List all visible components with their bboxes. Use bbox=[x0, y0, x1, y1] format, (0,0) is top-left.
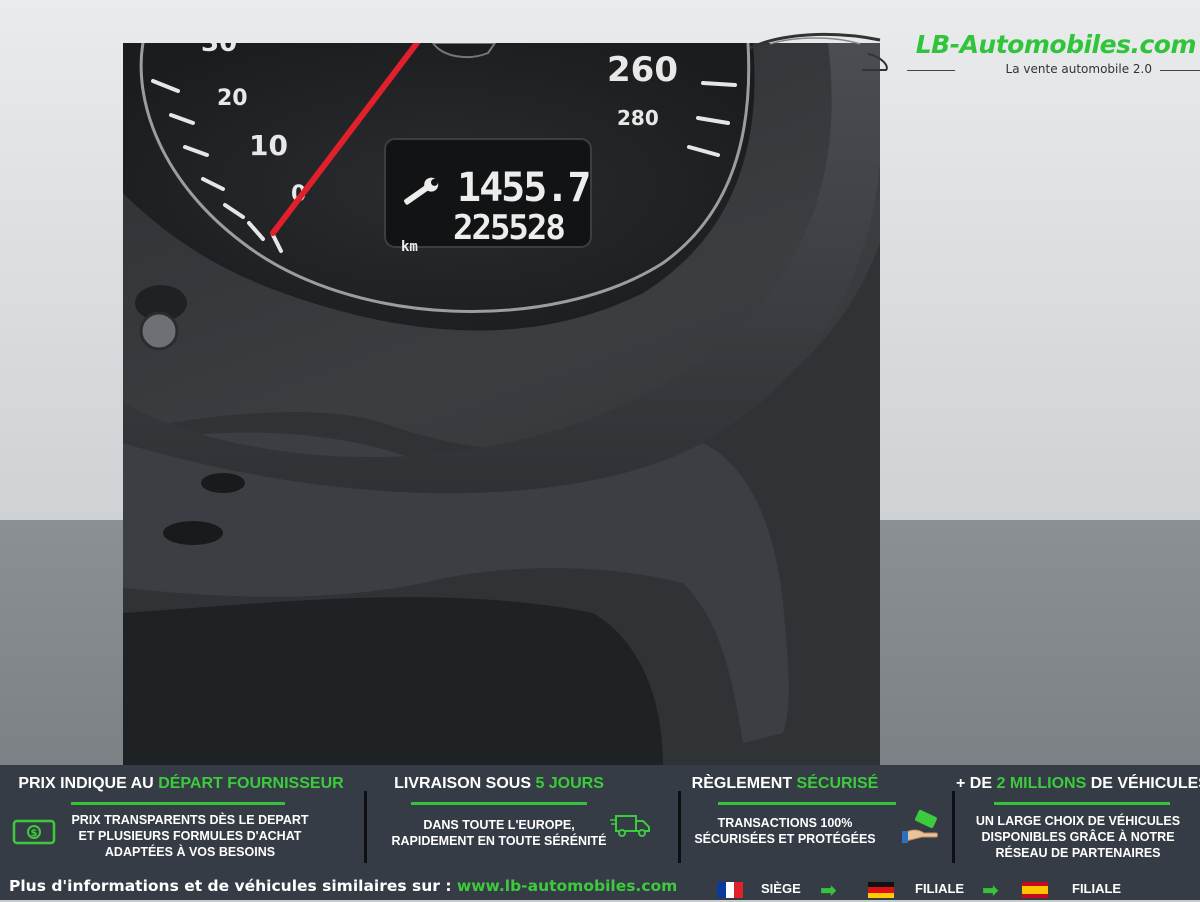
speed-label-280: 280 bbox=[617, 106, 659, 130]
column-divider bbox=[678, 791, 681, 863]
column-text: DANS TOUTE L'EUROPE, RAPIDEMENT EN TOUTE… bbox=[391, 818, 607, 848]
banner-column-vehicles: + DE 2 MILLIONS DE VÉHICULES UN LARGE CH… bbox=[956, 765, 1200, 875]
website-link[interactable]: www.lb-automobiles.com bbox=[457, 877, 677, 895]
column-title: LIVRAISON SOUS 5 JOURS bbox=[394, 775, 604, 792]
instrument-cluster-illustration: 30 20 10 0 260 280 1455.7 225528 km bbox=[123, 43, 880, 765]
banner-column-delivery: LIVRAISON SOUS 5 JOURS DANS TOUTE L'EURO… bbox=[368, 765, 678, 875]
tagline-rule-left bbox=[907, 70, 955, 71]
column-rule bbox=[411, 802, 587, 805]
brand-name: LB-Automobiles.com bbox=[915, 30, 1197, 59]
brand-logo[interactable]: LB-Automobiles.com La vente automobile 2… bbox=[740, 26, 1200, 86]
payment-hand-icon bbox=[902, 809, 938, 843]
location-label-subsidiary-spain: FILIALE bbox=[1072, 881, 1122, 896]
total-odometer: 225528 bbox=[453, 208, 564, 248]
info-banner: PRIX INDIQUE AU DÉPART FOURNISSEUR $ PRI… bbox=[0, 765, 1200, 900]
arrow-right-icon: ➡ bbox=[820, 878, 837, 902]
column-divider bbox=[364, 791, 367, 863]
more-info-text: Plus d'informations et de véhicules simi… bbox=[9, 877, 678, 895]
svg-text:$: $ bbox=[31, 828, 38, 839]
speed-label-20: 20 bbox=[217, 86, 248, 111]
column-text: PRIX TRANSPARENTS DÈS LE DEPART ET PLUSI… bbox=[71, 813, 309, 859]
dashboard-photo: 30 20 10 0 260 280 1455.7 225528 km bbox=[123, 43, 880, 765]
car-silhouette-icon bbox=[749, 33, 888, 71]
column-title: PRIX INDIQUE AU DÉPART FOURNISSEUR bbox=[18, 775, 344, 792]
flag-germany-icon bbox=[868, 882, 894, 898]
flag-spain-icon bbox=[1022, 882, 1048, 898]
column-text: TRANSACTIONS 100% SÉCURISÉES ET PROTÉGÉE… bbox=[694, 816, 876, 846]
speed-label-30: 30 bbox=[201, 43, 237, 58]
tagline-rule-right bbox=[1160, 70, 1200, 71]
location-label-subsidiary-germany: FILIALE bbox=[915, 881, 965, 896]
speed-label-10: 10 bbox=[249, 129, 288, 162]
column-rule bbox=[71, 802, 285, 805]
brand-tagline: La vente automobile 2.0 bbox=[1005, 62, 1152, 76]
speed-label-260: 260 bbox=[607, 50, 678, 90]
location-label-hq: SIÈGE bbox=[761, 881, 801, 896]
column-title: + DE 2 MILLIONS DE VÉHICULES bbox=[956, 775, 1200, 792]
column-text: UN LARGE CHOIX DE VÉHICULES DISPONIBLES … bbox=[975, 814, 1181, 860]
arrow-right-icon: ➡ bbox=[982, 878, 999, 902]
column-rule bbox=[718, 802, 896, 805]
column-rule bbox=[994, 802, 1170, 805]
bottom-bar: Plus d'informations et de véhicules simi… bbox=[0, 875, 1200, 900]
odometer-unit: km bbox=[401, 239, 418, 255]
column-divider bbox=[952, 791, 955, 863]
trip-odometer: 1455.7 bbox=[457, 165, 590, 211]
banner-column-payment: RÈGLEMENT SÉCURISÉ TRANSACTIONS 100% SÉC… bbox=[682, 765, 952, 875]
column-title: RÈGLEMENT SÉCURISÉ bbox=[691, 775, 879, 792]
delivery-truck-icon bbox=[610, 815, 650, 837]
banner-column-price: PRIX INDIQUE AU DÉPART FOURNISSEUR $ PRI… bbox=[0, 765, 362, 875]
flag-france-icon bbox=[717, 882, 744, 898]
